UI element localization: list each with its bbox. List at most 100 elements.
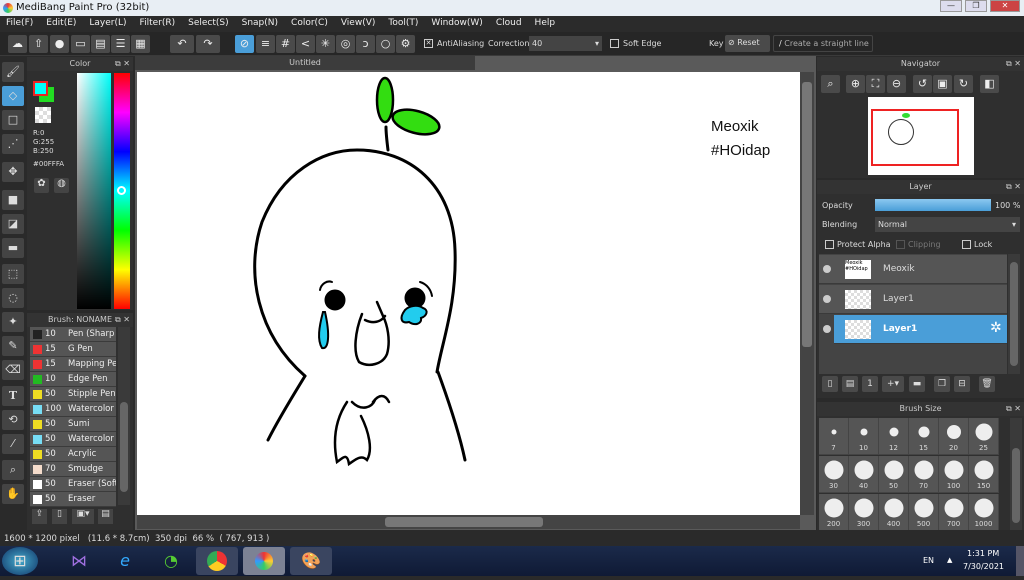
- start-button[interactable]: ⊞: [2, 547, 38, 575]
- brush-size-option[interactable]: 7: [819, 418, 849, 455]
- layer-row-meoxik[interactable]: Meoxik #HOidap Meoxik: [819, 255, 1007, 284]
- menu-snap[interactable]: Snap(N): [242, 16, 284, 32]
- new-layer-icon[interactable]: ▯: [822, 376, 838, 392]
- chrome-icon[interactable]: [196, 547, 238, 575]
- gradient-tool-icon[interactable]: ▬: [2, 238, 24, 258]
- layer-settings-gear-icon[interactable]: ✲: [990, 320, 1002, 336]
- brush-list-item[interactable]: 15 G Pen: [30, 342, 116, 357]
- brush-list-item[interactable]: 50 Stipple Pen: [30, 387, 116, 402]
- parallel-snap-icon[interactable]: ≡: [256, 35, 275, 53]
- snap-off-icon[interactable]: ⊘: [235, 35, 254, 53]
- circle-snap-icon[interactable]: ○: [376, 35, 395, 53]
- language-indicator[interactable]: EN: [923, 556, 934, 565]
- menu-edit[interactable]: Edit(E): [46, 16, 82, 32]
- zoom-actual-icon[interactable]: ⌕: [821, 75, 840, 93]
- opacity-slider[interactable]: [875, 199, 991, 211]
- layer-row-layer1-selected[interactable]: Layer1 ✲: [834, 315, 1007, 344]
- layer-row-layer1[interactable]: Layer1: [819, 285, 1007, 314]
- visibility-icon[interactable]: [823, 325, 831, 333]
- brush-list-item[interactable]: 50 Eraser: [30, 492, 116, 507]
- brush-add-menu-icon[interactable]: ▣▾: [72, 509, 94, 524]
- medibang-taskbar-icon[interactable]: [243, 547, 285, 575]
- brush-size-option[interactable]: 100: [939, 456, 969, 493]
- fill-rect-tool-icon[interactable]: ■: [2, 190, 24, 210]
- divide-tool-icon[interactable]: ⁄: [2, 434, 24, 454]
- zoom-in-icon[interactable]: ⊕: [846, 75, 865, 93]
- flip-horizontal-icon[interactable]: ◧: [980, 75, 999, 93]
- operation-tool-icon[interactable]: ⟲: [2, 410, 24, 430]
- canvas-horizontal-scrollbar[interactable]: [137, 515, 800, 529]
- brush-tool-icon[interactable]: 🖌: [2, 62, 24, 82]
- brush-size-option[interactable]: 700: [939, 494, 969, 531]
- menu-file[interactable]: File(F): [6, 16, 39, 32]
- navigator-preview[interactable]: [868, 97, 974, 175]
- transparent-color-swatch[interactable]: [35, 107, 51, 123]
- close-button[interactable]: ✕: [990, 0, 1020, 12]
- brush-size-option[interactable]: 500: [909, 494, 939, 531]
- maximize-button[interactable]: ❐: [965, 0, 987, 12]
- clock-time[interactable]: 1:31 PM: [967, 549, 999, 558]
- cross-snap-icon[interactable]: #: [276, 35, 295, 53]
- hand-tool-icon[interactable]: ✋: [2, 484, 24, 504]
- brush-list-scrollbar[interactable]: [118, 327, 130, 505]
- eraser-tool-icon[interactable]: ◇: [2, 86, 24, 106]
- comment-icon[interactable]: ▭: [71, 35, 90, 53]
- brush-list-item[interactable]: 50 Watercolor: [30, 432, 116, 447]
- vanishing-point-icon[interactable]: <: [296, 35, 315, 53]
- menu-cloud[interactable]: Cloud: [496, 16, 528, 32]
- folder-icon[interactable]: ▬: [909, 376, 925, 392]
- canvas-tab-untitled[interactable]: Untitled: [135, 56, 475, 70]
- panel-close-icon[interactable]: ⧉ ✕: [115, 57, 130, 71]
- brush-size-option[interactable]: 20: [939, 418, 969, 455]
- grid-icon[interactable]: ▦: [131, 35, 150, 53]
- menu-window[interactable]: Window(W): [431, 16, 488, 32]
- select-eraser-tool-icon[interactable]: ⌫: [2, 360, 24, 380]
- new-halftone-layer-icon[interactable]: ▤: [842, 376, 858, 392]
- show-hidden-icons-icon[interactable]: ▲: [947, 556, 952, 564]
- brush-size-scrollbar[interactable]: [1010, 418, 1022, 533]
- brush-list-item[interactable]: 100 Watercolor: [30, 402, 116, 417]
- brush-size-option[interactable]: 400: [879, 494, 909, 531]
- saturation-value-picker[interactable]: [77, 73, 111, 309]
- menu-tool[interactable]: Tool(T): [388, 16, 424, 32]
- brush-list-item[interactable]: 10 Edge Pen: [30, 372, 116, 387]
- clipping-checkbox[interactable]: [896, 240, 905, 249]
- antialiasing-checkbox[interactable]: ✕: [424, 39, 433, 48]
- brush-size-option[interactable]: 300: [849, 494, 879, 531]
- brush-size-option[interactable]: 12: [879, 418, 909, 455]
- foreground-color-swatch[interactable]: [33, 81, 48, 96]
- curve-snap-icon[interactable]: ↄ: [356, 35, 375, 53]
- rotate-right-icon[interactable]: ↻: [954, 75, 973, 93]
- list-icon[interactable]: ☰: [111, 35, 130, 53]
- rectangle-tool-icon[interactable]: □: [2, 110, 24, 130]
- rotate-left-icon[interactable]: ↺: [913, 75, 932, 93]
- drawing-canvas[interactable]: Meoxik #HOidap: [137, 72, 800, 515]
- lasso-tool-icon[interactable]: ◌: [2, 288, 24, 308]
- brush-size-option[interactable]: 10: [849, 418, 879, 455]
- menu-view[interactable]: View(V): [341, 16, 382, 32]
- menu-help[interactable]: Help: [535, 16, 562, 32]
- paint-icon[interactable]: 🎨: [290, 547, 332, 575]
- layer-list-scrollbar[interactable]: [1008, 254, 1020, 374]
- protect-alpha-checkbox[interactable]: [825, 240, 834, 249]
- brush-size-option[interactable]: 1000: [969, 494, 999, 531]
- color-settings-icon[interactable]: ◍: [54, 178, 69, 193]
- menu-filter[interactable]: Filter(R): [140, 16, 182, 32]
- reset-button[interactable]: ⊘ Reset: [725, 35, 770, 52]
- brush-size-option[interactable]: 15: [909, 418, 939, 455]
- cloud-icon[interactable]: ☁: [8, 35, 27, 53]
- brush-list-item[interactable]: 15 Mapping Pe: [30, 357, 116, 372]
- radial-snap-icon[interactable]: ✳: [316, 35, 335, 53]
- hue-slider-handle[interactable]: [117, 186, 126, 195]
- fit-screen-icon[interactable]: ⛶: [866, 75, 885, 93]
- move-tool-icon[interactable]: ✥: [2, 162, 24, 182]
- dot-tool-icon[interactable]: ⋰: [2, 134, 24, 154]
- navigator-viewport[interactable]: [871, 109, 959, 166]
- brush-list-item[interactable]: 50 Acrylic: [30, 447, 116, 462]
- visibility-icon[interactable]: [823, 265, 831, 273]
- undo-button[interactable]: ↶: [170, 35, 194, 53]
- canvas-vertical-scrollbar[interactable]: [800, 72, 814, 515]
- brush-list-item[interactable]: 50 Sumi: [30, 417, 116, 432]
- brush-size-option[interactable]: 25: [969, 418, 999, 455]
- magic-wand-tool-icon[interactable]: ✦: [2, 312, 24, 332]
